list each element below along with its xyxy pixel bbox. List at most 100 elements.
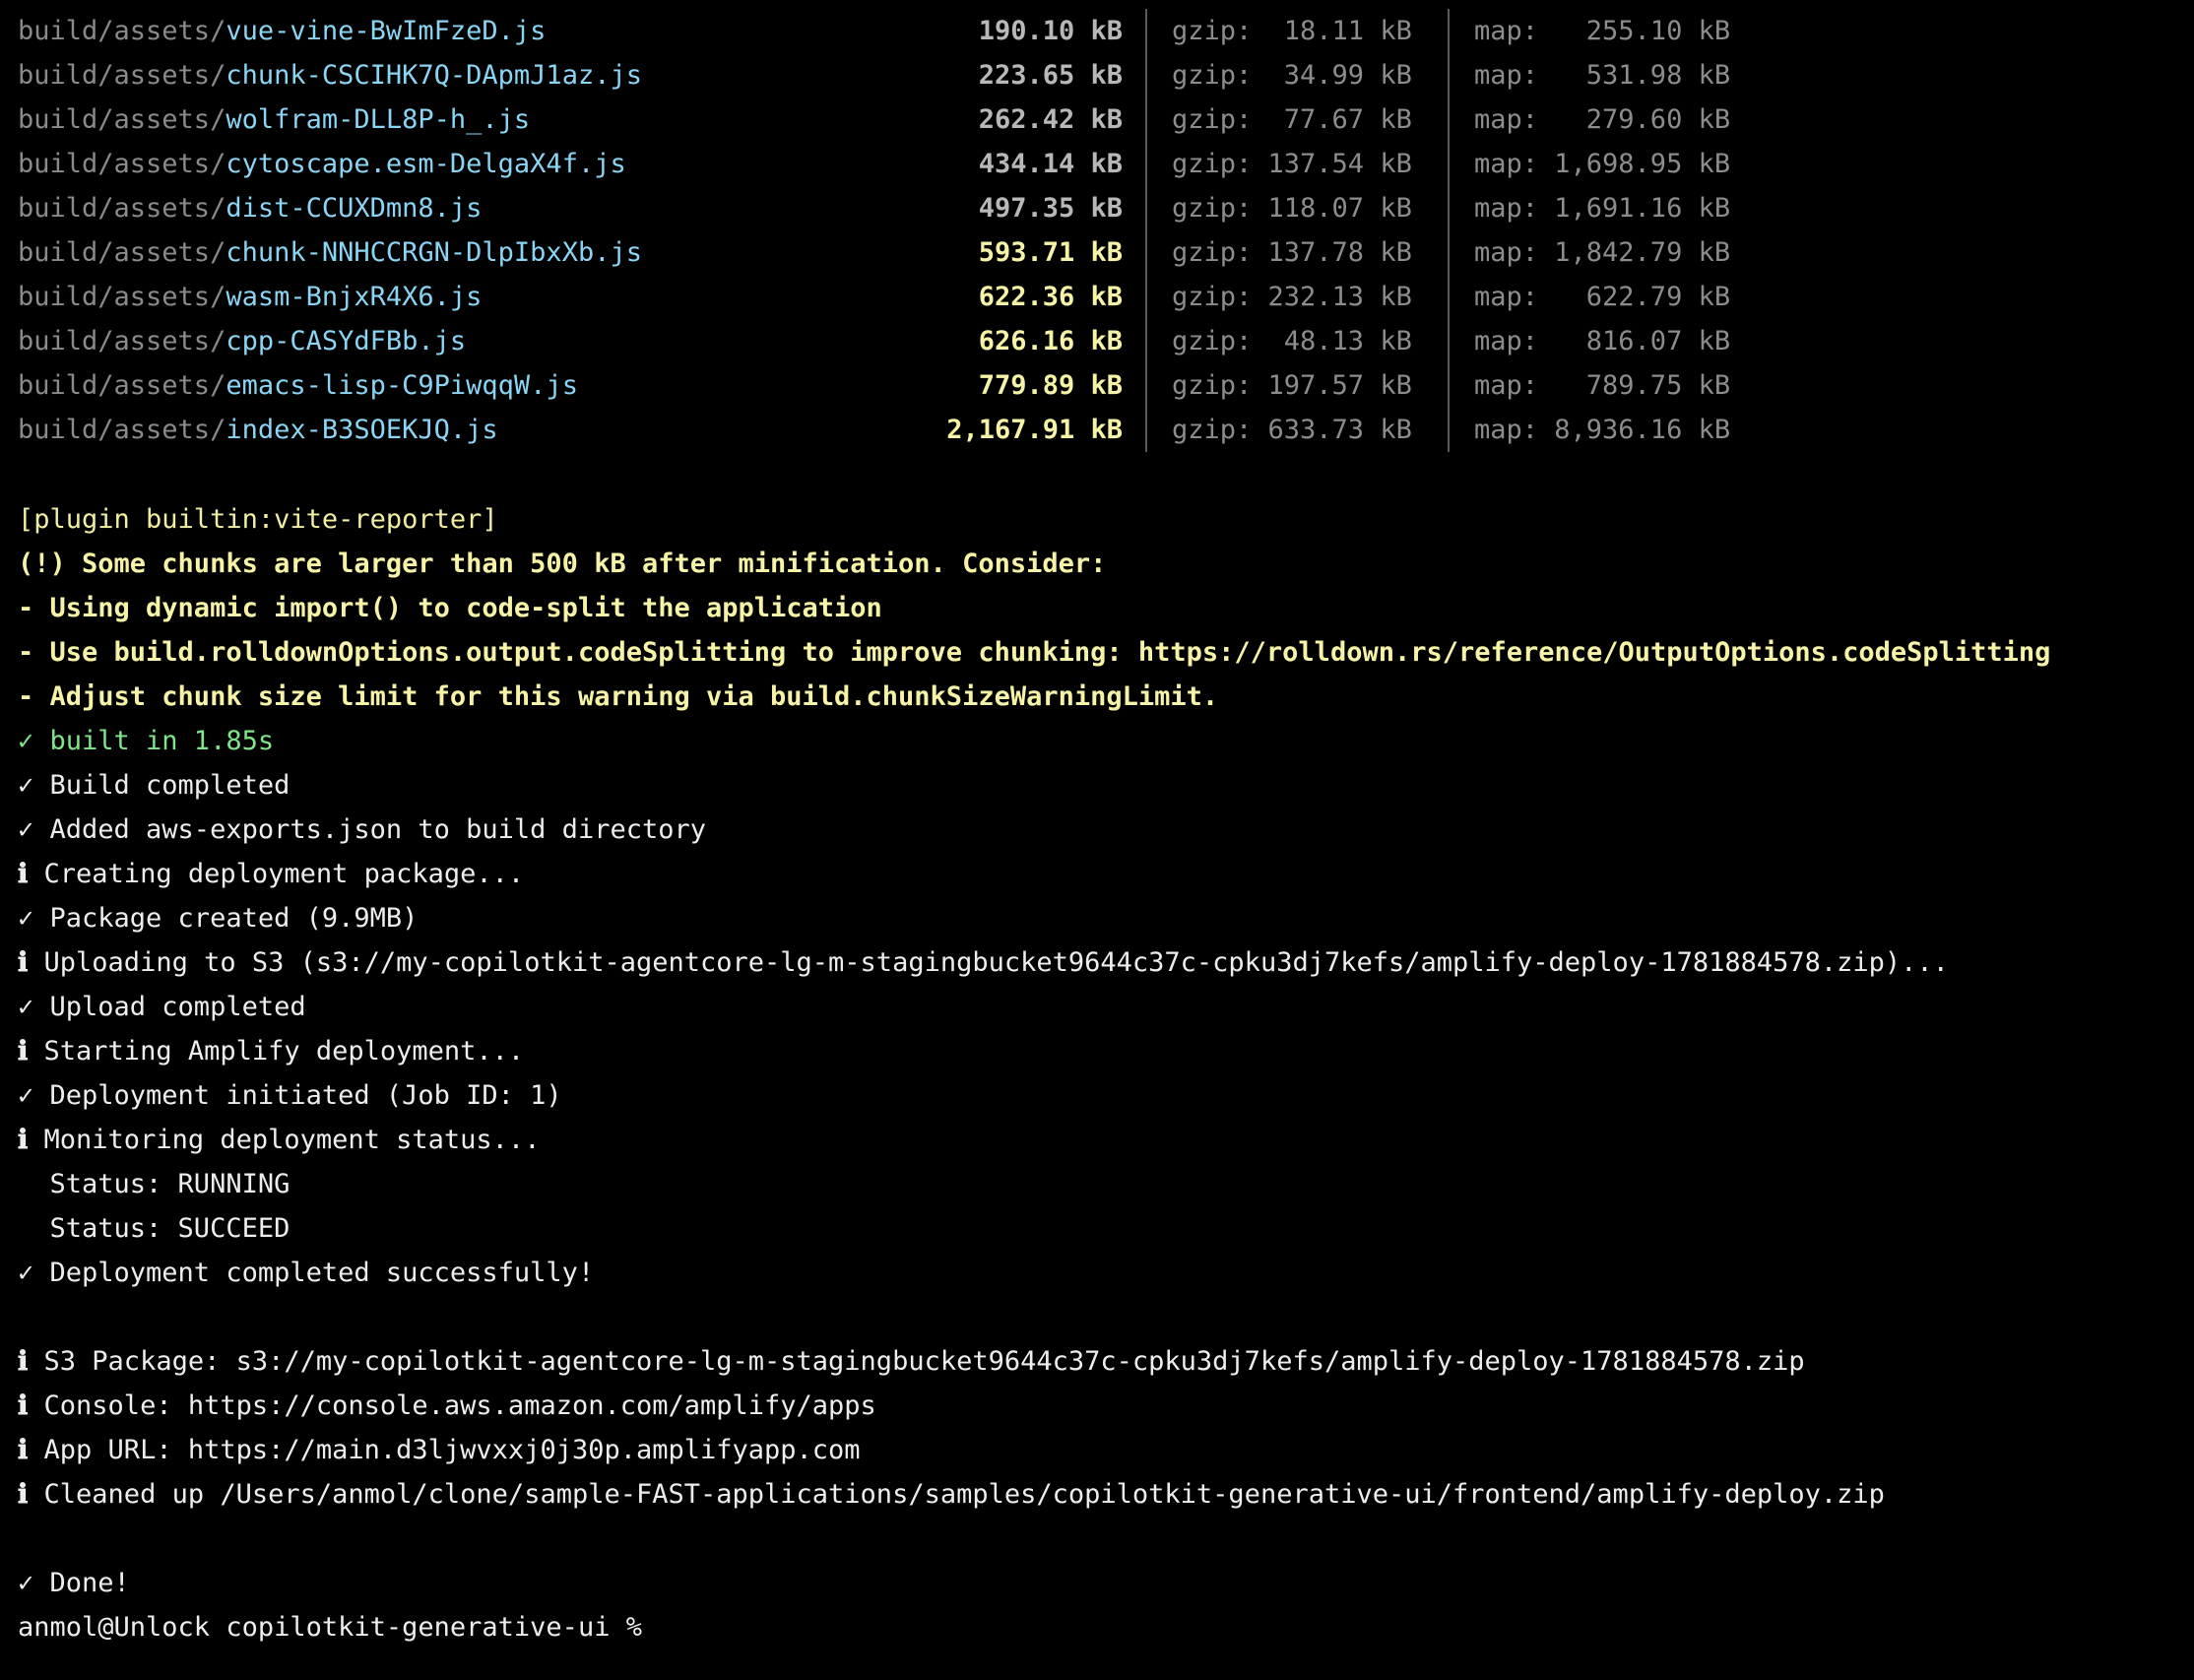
chunk-size-warning: (!) Some chunks are larger than 500 kB a… <box>18 549 1107 579</box>
log-text: Monitoring deployment status... <box>43 1125 541 1155</box>
asset-gzip-size: gzip: 34.99 kB <box>1172 60 1412 91</box>
asset-dir: build/assets/ <box>18 326 226 356</box>
column-divider <box>1145 230 1147 275</box>
asset-path: build/assets/wolfram-DLL8P-h_.js <box>18 97 530 142</box>
asset-map-size: map: 1,842.79 kB <box>1474 237 1731 268</box>
asset-size: 593.71 kB <box>978 237 1123 268</box>
log-text: Cleaned up /Users/anmol/clone/sample-FAS… <box>43 1479 1885 1510</box>
asset-size: 497.35 kB <box>978 193 1123 224</box>
log-line-info: ℹ Monitoring deployment status... <box>18 1118 540 1162</box>
build-time-line: ✓ built in 1.85s <box>18 726 275 756</box>
warning-tip: - Use build.rolldownOptions.output.codeS… <box>18 637 2051 668</box>
asset-path: build/assets/emacs-lisp-C9PiwqqW.js <box>18 363 578 408</box>
asset-dir: build/assets/ <box>18 370 226 401</box>
asset-row: build/assets/vue-vine-BwImFzeD.js 190.10 … <box>0 9 2194 53</box>
log-line-success: ✓ Deployment initiated (Job ID: 1) <box>18 1080 562 1111</box>
column-divider <box>1448 53 1450 97</box>
asset-dir: build/assets/ <box>18 104 226 135</box>
column-divider <box>1448 230 1450 275</box>
asset-filename: wasm-BnjxR4X6.js <box>226 282 483 312</box>
log-line-success: ✓ Deployment completed successfully! <box>18 1258 595 1288</box>
asset-path: build/assets/chunk-NNHCCRGN-DlpIbxXb.js <box>18 230 642 275</box>
column-divider <box>1145 275 1147 319</box>
asset-gzip-size: gzip: 232.13 kB <box>1172 282 1412 312</box>
asset-size: 190.10 kB <box>978 16 1123 46</box>
shell-prompt[interactable]: anmol@Unlock copilotkit-generative-ui % <box>18 1605 658 1649</box>
asset-map-size: map: 8,936.16 kB <box>1474 415 1731 445</box>
column-divider <box>1145 408 1147 452</box>
column-divider <box>1448 142 1450 186</box>
status-line: Status: RUNNING <box>18 1169 290 1199</box>
asset-path: build/assets/index-B3SOEKJQ.js <box>18 408 498 452</box>
log-text: Starting Amplify deployment... <box>43 1036 525 1066</box>
asset-map-size: map: 622.79 kB <box>1474 282 1731 312</box>
log-text: Creating deployment package... <box>43 859 525 889</box>
column-divider <box>1448 363 1450 408</box>
column-divider <box>1448 408 1450 452</box>
column-divider <box>1145 9 1147 53</box>
asset-map-size: map: 789.75 kB <box>1474 370 1731 401</box>
info-icon: ℹ <box>18 1435 29 1465</box>
log-line-info: ℹ Cleaned up /Users/anmol/clone/sample-F… <box>18 1472 1885 1517</box>
column-divider <box>1145 142 1147 186</box>
asset-gzip-size: gzip: 77.67 kB <box>1172 104 1412 135</box>
asset-dir: build/assets/ <box>18 60 226 91</box>
asset-path: build/assets/vue-vine-BwImFzeD.js <box>18 9 546 53</box>
plugin-reporter-label: [plugin builtin:vite-reporter] <box>18 504 498 535</box>
log-line-info: ℹ S3 Package: s3://my-copilotkit-agentco… <box>18 1339 1805 1384</box>
asset-filename: cytoscape.esm-DelgaX4f.js <box>226 149 626 179</box>
asset-row: build/assets/wasm-BnjxR4X6.js 622.36 kB gz… <box>0 275 2194 319</box>
info-icon: ℹ <box>18 1125 29 1155</box>
asset-map-size: map: 816.07 kB <box>1474 326 1731 356</box>
asset-gzip-size: gzip: 48.13 kB <box>1172 326 1412 356</box>
asset-dir: build/assets/ <box>18 415 226 445</box>
asset-gzip-size: gzip: 197.57 kB <box>1172 370 1412 401</box>
asset-map-size: map: 279.60 kB <box>1474 104 1731 135</box>
asset-filename: dist-CCUXDmn8.js <box>226 193 483 224</box>
column-divider <box>1448 9 1450 53</box>
done-line: ✓ Done! <box>18 1568 130 1598</box>
asset-path: build/assets/dist-CCUXDmn8.js <box>18 186 482 230</box>
terminal-window[interactable]: build/assets/vue-vine-BwImFzeD.js 190.10 … <box>0 0 2194 1680</box>
column-divider <box>1448 97 1450 142</box>
warning-tip: - Adjust chunk size limit for this warni… <box>18 681 1219 712</box>
asset-size: 2,167.91 kB <box>946 415 1123 445</box>
asset-row: build/assets/chunk-CSCIHK7Q-DApmJ1az.js 2… <box>0 53 2194 97</box>
asset-path: build/assets/cytoscape.esm-DelgaX4f.js <box>18 142 626 186</box>
log-line-success: ✓ Added aws-exports.json to build direct… <box>18 814 706 845</box>
asset-size: 223.65 kB <box>978 60 1123 91</box>
asset-filename: emacs-lisp-C9PiwqqW.js <box>226 370 578 401</box>
info-icon: ℹ <box>18 1346 29 1377</box>
asset-dir: build/assets/ <box>18 16 226 46</box>
asset-size: 779.89 kB <box>978 370 1123 401</box>
asset-map-size: map: 255.10 kB <box>1474 16 1731 46</box>
asset-size: 626.16 kB <box>978 326 1123 356</box>
asset-path: build/assets/chunk-CSCIHK7Q-DApmJ1az.js <box>18 53 642 97</box>
asset-dir: build/assets/ <box>18 237 226 268</box>
column-divider <box>1145 186 1147 230</box>
log-line-info: ℹ Uploading to S3 (s3://my-copilotkit-ag… <box>18 940 1949 985</box>
column-divider <box>1448 275 1450 319</box>
asset-row: build/assets/emacs-lisp-C9PiwqqW.js 779.8… <box>0 363 2194 408</box>
log-line-info: ℹ Console: https://console.aws.amazon.co… <box>18 1384 876 1428</box>
asset-filename: chunk-CSCIHK7Q-DApmJ1az.js <box>226 60 642 91</box>
asset-map-size: map: 1,691.16 kB <box>1474 193 1731 224</box>
asset-filename: index-B3SOEKJQ.js <box>226 415 498 445</box>
log-text: S3 Package: s3://my-copilotkit-agentcore… <box>43 1346 1805 1377</box>
asset-gzip-size: gzip: 118.07 kB <box>1172 193 1412 224</box>
asset-row: build/assets/wolfram-DLL8P-h_.js 262.42 k… <box>0 97 2194 142</box>
asset-size: 434.14 kB <box>978 149 1123 179</box>
log-line-info: ℹ Starting Amplify deployment... <box>18 1029 524 1073</box>
log-line-info: ℹ Creating deployment package... <box>18 852 524 896</box>
asset-filename: vue-vine-BwImFzeD.js <box>226 16 547 46</box>
column-divider <box>1448 319 1450 363</box>
log-text: Console: https://console.aws.amazon.com/… <box>43 1390 876 1421</box>
asset-row: build/assets/cpp-CASYdFBb.js 626.16 kB gzi… <box>0 319 2194 363</box>
log-line-success: ✓ Upload completed <box>18 992 306 1022</box>
column-divider <box>1145 97 1147 142</box>
asset-dir: build/assets/ <box>18 282 226 312</box>
asset-filename: chunk-NNHCCRGN-DlpIbxXb.js <box>226 237 642 268</box>
column-divider <box>1145 319 1147 363</box>
asset-path: build/assets/cpp-CASYdFBb.js <box>18 319 466 363</box>
asset-filename: wolfram-DLL8P-h_.js <box>226 104 531 135</box>
